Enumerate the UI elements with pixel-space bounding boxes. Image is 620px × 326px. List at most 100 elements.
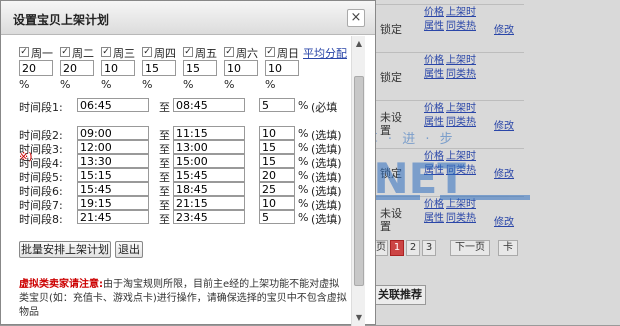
row-edit-link[interactable]: 修改 [494, 21, 514, 36]
day-percent-input[interactable] [101, 60, 135, 76]
day-percent-input[interactable] [142, 60, 176, 76]
associate-recommend-button[interactable]: 关联推荐 [374, 285, 426, 305]
day-checkbox[interactable]: ✓ [19, 47, 29, 57]
slot-start-input[interactable] [77, 154, 149, 168]
day-checkbox[interactable]: ✓ [60, 47, 70, 57]
time-slot-row: 时间段2:至%(选填) [1, 126, 351, 142]
day-percent-input[interactable] [224, 60, 258, 76]
row-link[interactable]: 属性 [424, 69, 444, 81]
slot-end-input[interactable] [173, 182, 245, 196]
slot-start-input[interactable] [77, 140, 149, 154]
batch-schedule-button[interactable]: 批量安排上架计划 [19, 241, 111, 258]
table-row: 未设置 价格 上架时 属性 同类热 修改 [374, 100, 524, 146]
scroll-down-icon[interactable]: ▼ [353, 312, 365, 324]
time-slot-label: 时间段1: [19, 101, 63, 114]
row-link[interactable]: 同类热 [446, 21, 476, 33]
row-link[interactable]: 上架时 [446, 199, 476, 211]
pager-page-1[interactable]: 1 [390, 240, 404, 256]
day-percent-input[interactable] [183, 60, 217, 76]
percent-sign: % [19, 78, 30, 91]
slot-percent-input[interactable] [259, 140, 295, 154]
slot-percent-input[interactable] [259, 182, 295, 196]
row-link[interactable]: 属性 [424, 213, 444, 225]
day-checkbox[interactable]: ✓ [224, 47, 234, 57]
row-status: 锁定 [380, 71, 402, 84]
dialog-scrollbar[interactable]: ▲ ▼ [351, 36, 365, 326]
slot-percent-input[interactable] [259, 168, 295, 182]
day-checkbox[interactable]: ✓ [183, 47, 193, 57]
slot-start-input[interactable] [77, 182, 149, 196]
slot-start-input[interactable] [77, 126, 149, 140]
exit-button[interactable]: 退出 [115, 241, 143, 258]
slot-percent-input[interactable] [259, 126, 295, 140]
slot-start-input[interactable] [77, 98, 149, 112]
slot-end-input[interactable] [173, 210, 245, 224]
notice-title: 虚拟类卖家请注意: [19, 279, 103, 290]
slot-end-input[interactable] [173, 154, 245, 168]
row-link[interactable]: 属性 [424, 21, 444, 33]
scroll-up-icon[interactable]: ▲ [353, 38, 365, 50]
day-percent-input[interactable] [19, 60, 53, 76]
row-edit-link[interactable]: 修改 [494, 213, 514, 228]
slot-start-input[interactable] [77, 168, 149, 182]
slot-end-input[interactable] [173, 98, 245, 112]
time-slot-row: 时间段6:至%(选填) [1, 182, 351, 198]
row-link[interactable]: 价格 [424, 151, 444, 163]
day-checkbox[interactable]: ✓ [101, 47, 111, 57]
row-link[interactable]: 属性 [424, 117, 444, 129]
slot-end-input[interactable] [173, 126, 245, 140]
slot-percent-input[interactable] [259, 196, 295, 210]
slot-end-input[interactable] [173, 168, 245, 182]
day-checkbox[interactable]: ✓ [265, 47, 275, 57]
day-percent-input[interactable] [265, 60, 299, 76]
slot-end-input[interactable] [173, 140, 245, 154]
row-link[interactable]: 价格 [424, 55, 444, 67]
day-checkbox[interactable]: ✓ [142, 47, 152, 57]
row-link[interactable]: 上架时 [446, 103, 476, 115]
slot-percent-input[interactable] [259, 210, 295, 224]
even-split-link[interactable]: 平均分配 [303, 45, 347, 61]
to-label: 至 [159, 101, 170, 114]
day-label: 周四 [154, 47, 176, 60]
close-icon[interactable]: × [347, 9, 365, 27]
row-link[interactable]: 属性 [424, 165, 444, 177]
day-label: 周日 [277, 47, 299, 60]
slot-start-input[interactable] [77, 196, 149, 210]
slot-start-input[interactable] [77, 210, 149, 224]
time-slot-row: 时间段8: 至%(选填) [1, 210, 351, 226]
row-edit-link[interactable]: 修改 [494, 117, 514, 132]
row-link[interactable]: 上架时 [446, 151, 476, 163]
scroll-thumb[interactable] [354, 76, 364, 286]
row-link[interactable]: 价格 [424, 199, 444, 211]
percent-sign: % [142, 78, 153, 91]
row-link[interactable]: 同类热 [446, 213, 476, 225]
row-link[interactable]: 同类热 [446, 117, 476, 129]
time-slot-row: 时间段5:至%(选填) [1, 168, 351, 184]
row-link[interactable]: 同类热 [446, 69, 476, 81]
row-link[interactable]: 价格 [424, 103, 444, 115]
row-link[interactable]: 同类热 [446, 165, 476, 177]
table-row: 锁定 价格 上架时 属性 同类热 [374, 52, 524, 98]
dialog-header: 设置宝贝上架计划 × [1, 1, 375, 35]
pager-page-2[interactable]: 2 [406, 240, 420, 256]
slot-percent-input[interactable] [259, 154, 295, 168]
row-link[interactable]: 上架时 [446, 55, 476, 67]
pager-page-3[interactable]: 3 [422, 240, 436, 256]
day-label: 周六 [236, 47, 258, 60]
day-percent-input[interactable] [60, 60, 94, 76]
day-label: 周二 [72, 47, 94, 60]
day-column: ✓周二% [60, 44, 100, 94]
pager-next[interactable]: 下一页 [450, 240, 490, 256]
day-column: ✓周四% [142, 44, 182, 94]
pager-last[interactable]: 卡 [498, 240, 518, 256]
row-link[interactable]: 上架时 [446, 7, 476, 19]
table-row: 锁定 价格 上架时 属性 同类热 修改 [374, 4, 524, 50]
row-edit-link[interactable]: 修改 [494, 165, 514, 180]
virtual-goods-notice: 虚拟类卖家请注意:由于淘宝规则所限，目前主e经的上架功能不能对虚拟类宝贝(如：充… [19, 278, 349, 320]
item-table: 锁定 价格 上架时 属性 同类热 修改 锁定 价格 上架时 属性 同类热 未设置 价格 上架时 属性 同类热修… [374, 0, 620, 260]
slot-end-input[interactable] [173, 196, 245, 210]
row-link[interactable]: 价格 [424, 7, 444, 19]
slot-percent-input[interactable] [259, 98, 295, 112]
pager-prev[interactable]: 页 [374, 240, 388, 256]
required-tail: ※) [19, 150, 33, 163]
